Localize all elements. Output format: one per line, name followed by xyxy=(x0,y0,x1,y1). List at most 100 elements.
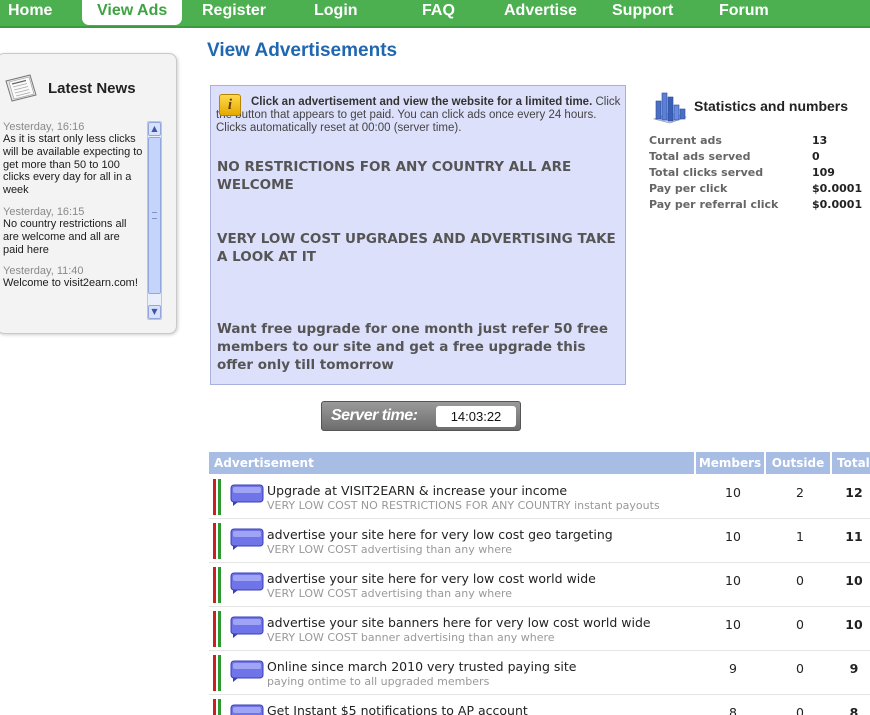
stat-row: Total clicks served 109 xyxy=(649,166,870,182)
ad-status-stripe xyxy=(213,611,216,647)
stat-value: 0 xyxy=(812,150,820,163)
ad-row[interactable]: advertise your site here for very low co… xyxy=(209,519,870,563)
ad-row[interactable]: Get Instant $5 notifications to AP accou… xyxy=(209,695,870,715)
stat-row: Current ads 13 xyxy=(649,134,870,150)
ad-row[interactable]: advertise your site banners here for ver… xyxy=(209,607,870,651)
stat-label: Pay per referral click xyxy=(649,198,779,211)
header-advertisement: Advertisement xyxy=(209,452,694,474)
stat-value: 109 xyxy=(812,166,835,179)
ad-outside: 0 xyxy=(796,617,804,632)
news-item: Yesterday, 16:16 As it is start only les… xyxy=(3,121,143,197)
nav-view-ads-link[interactable]: View Ads xyxy=(82,0,183,25)
ads-table-header: Advertisement Members Outside Total xyxy=(209,452,870,474)
ad-total: 10 xyxy=(845,573,863,588)
stat-label: Pay per click xyxy=(649,182,728,195)
ad-status-stripe xyxy=(218,479,221,515)
ad-row[interactable]: Upgrade at VISIT2EARN & increase your in… xyxy=(209,475,870,519)
ad-total: 9 xyxy=(849,661,859,676)
ad-status-stripe xyxy=(218,567,221,603)
stat-label: Current ads xyxy=(649,134,722,147)
ad-members: 10 xyxy=(725,485,741,500)
ad-outside: 1 xyxy=(796,529,804,544)
news-date: Yesterday, 16:16 xyxy=(3,121,85,133)
nav-home-link[interactable]: Home xyxy=(8,0,52,24)
info-intro-bold: Click an advertisement and view the webs… xyxy=(251,96,593,108)
ad-bubble-icon xyxy=(230,572,264,594)
ad-status-stripe xyxy=(213,479,216,515)
ad-row[interactable]: Online since march 2010 very trusted pay… xyxy=(209,651,870,695)
info-message: Want free upgrade for one month just ref… xyxy=(217,321,608,373)
header-total: Total xyxy=(832,452,870,474)
scroll-thumb[interactable] xyxy=(148,137,161,294)
ad-outside: 0 xyxy=(796,661,804,676)
stat-label: Total clicks served xyxy=(649,166,764,179)
nav-register-link[interactable]: Register xyxy=(202,0,266,24)
ad-members: 10 xyxy=(725,573,741,588)
server-time-value: 14:03:22 xyxy=(436,406,516,427)
nav-faq-link[interactable]: FAQ xyxy=(422,0,455,24)
ad-bubble-icon xyxy=(230,616,264,638)
ad-description: VERY LOW COST advertising than any where xyxy=(267,543,513,556)
scroll-up-icon[interactable]: ▲ xyxy=(148,122,161,136)
ad-title-link[interactable]: Upgrade at VISIT2EARN & increase your in… xyxy=(267,483,567,498)
ad-title-link[interactable]: Online since march 2010 very trusted pay… xyxy=(267,659,576,674)
news-item: Yesterday, 11:40 Welcome to visit2earn.c… xyxy=(3,265,143,290)
scroll-grip-icon xyxy=(152,212,157,219)
header-members: Members xyxy=(696,452,764,474)
ad-status-stripe xyxy=(213,655,216,691)
nav-support-link[interactable]: Support xyxy=(612,0,673,24)
newspaper-icon xyxy=(5,74,37,102)
info-box: Click an advertisement and view the webs… xyxy=(210,85,626,385)
stat-value: $0.0001 xyxy=(812,182,863,195)
info-message: VERY LOW COST UPGRADES AND ADVERTISING T… xyxy=(217,231,616,265)
ad-members: 10 xyxy=(725,617,741,632)
ad-description: VERY LOW COST banner advertising than an… xyxy=(267,631,555,644)
ad-description: paying ontime to all upgraded members xyxy=(267,675,490,688)
ad-title-link[interactable]: advertise your site here for very low co… xyxy=(267,571,596,586)
page-title: View Advertisements xyxy=(207,40,398,61)
ad-outside: 2 xyxy=(796,485,804,500)
ad-members: 10 xyxy=(725,529,741,544)
ad-row[interactable]: advertise your site here for very low co… xyxy=(209,563,870,607)
ad-outside: 0 xyxy=(796,573,804,588)
latest-news-panel: Latest News Yesterday, 16:16 As it is st… xyxy=(0,53,177,334)
news-text: As it is start only less clicks will be … xyxy=(3,133,143,197)
ad-description: VERY LOW COST NO RESTRICTIONS FOR ANY CO… xyxy=(267,499,660,512)
stat-value: 13 xyxy=(812,134,828,147)
bar-chart-icon xyxy=(652,92,688,124)
ad-outside: 0 xyxy=(796,705,804,715)
ad-title-link[interactable]: advertise your site banners here for ver… xyxy=(267,615,651,630)
news-text: Welcome to visit2earn.com! xyxy=(3,277,138,290)
server-time-widget: Server time: 14:03:22 xyxy=(321,401,521,431)
stat-row: Pay per click $0.0001 xyxy=(649,182,870,198)
ad-status-stripe xyxy=(213,523,216,559)
news-item: Yesterday, 16:15 No country restrictions… xyxy=(3,206,143,256)
ad-total: 12 xyxy=(845,485,863,500)
scroll-down-icon[interactable]: ▼ xyxy=(148,305,161,319)
ad-title-link[interactable]: Get Instant $5 notifications to AP accou… xyxy=(267,703,528,715)
news-text: No country restrictions all are welcome … xyxy=(3,217,127,256)
news-date: Yesterday, 11:40 xyxy=(3,265,84,278)
nav-forum-link[interactable]: Forum xyxy=(719,0,769,24)
stat-value: $0.0001 xyxy=(812,198,863,211)
header-outside: Outside xyxy=(766,452,830,474)
ad-status-stripe xyxy=(213,567,216,603)
ad-total: 10 xyxy=(845,617,863,632)
ad-status-stripe xyxy=(213,699,216,715)
stat-row: Pay per referral click $0.0001 xyxy=(649,198,870,214)
ad-status-stripe xyxy=(218,699,221,715)
news-scrollbar[interactable]: ▲ ▼ xyxy=(147,121,162,320)
news-date: Yesterday, 16:15 xyxy=(3,205,85,218)
ad-bubble-icon xyxy=(230,660,264,682)
nav-login-link[interactable]: Login xyxy=(314,0,358,24)
ad-bubble-icon xyxy=(230,484,264,506)
ad-status-stripe xyxy=(218,611,221,647)
server-time-label: Server time: xyxy=(331,407,418,424)
ad-status-stripe xyxy=(218,523,221,559)
ad-members: 9 xyxy=(729,661,737,676)
ad-total: 8 xyxy=(849,705,859,715)
ad-title-link[interactable]: advertise your site here for very low co… xyxy=(267,527,613,542)
stats-title: Statistics and numbers xyxy=(694,98,849,114)
nav-advertise-link[interactable]: Advertise xyxy=(504,0,577,24)
info-message: NO RESTRICTIONS FOR ANY COUNTRY ALL ARE … xyxy=(217,159,572,193)
